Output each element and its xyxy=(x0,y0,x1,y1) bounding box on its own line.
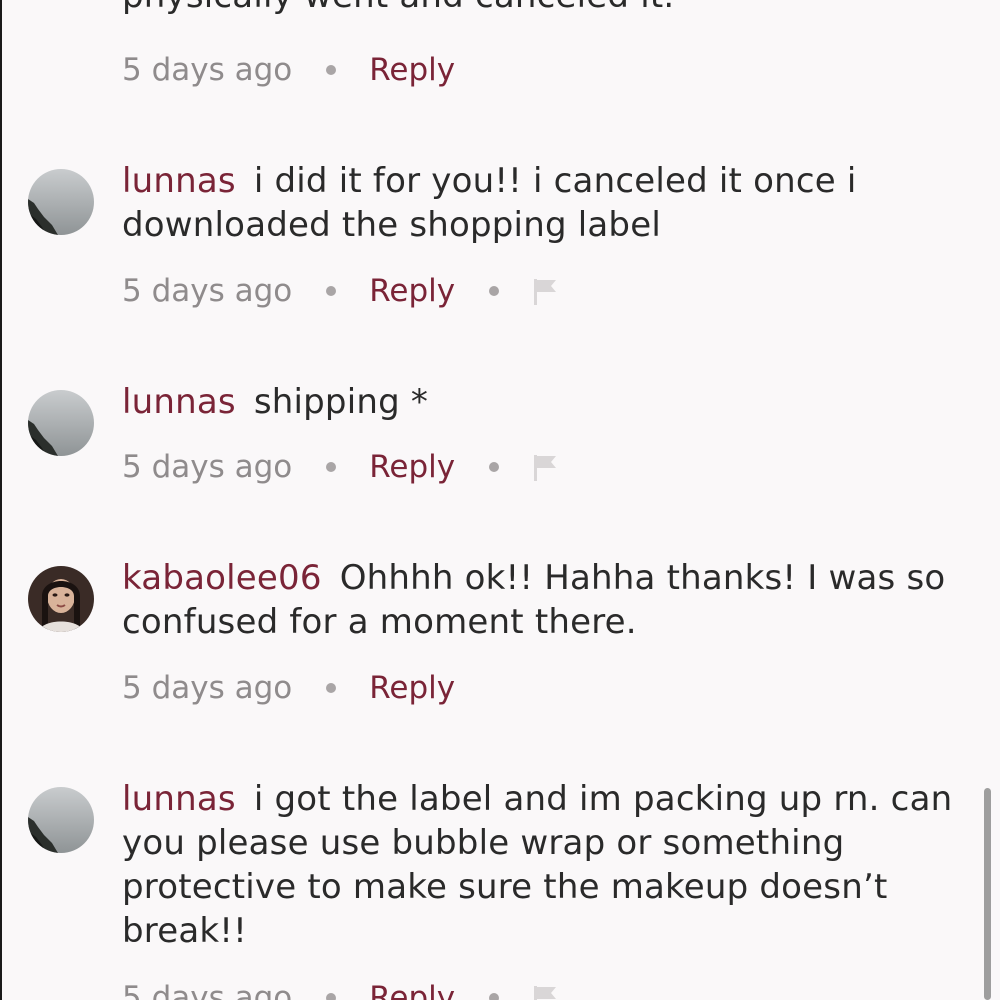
reply-button[interactable]: Reply xyxy=(369,449,455,485)
comments-feed: physically went and canceled it. 5 days … xyxy=(0,0,1000,1000)
comment-body: lunnas i got the label and im packing up … xyxy=(122,777,982,953)
flag-icon[interactable] xyxy=(532,982,560,1000)
flag-icon[interactable] xyxy=(532,451,560,483)
avatar[interactable] xyxy=(28,390,94,456)
comment-body: lunnas shipping * xyxy=(122,380,982,424)
comment-body: lunnas i did it for you!! i canceled it o… xyxy=(122,159,982,247)
separator-dot xyxy=(326,683,337,693)
comment-meta: 5 days ago Reply xyxy=(122,666,455,710)
separator-dot xyxy=(326,993,337,1000)
scrollbar-thumb[interactable] xyxy=(984,788,991,1000)
comment-username[interactable]: lunnas xyxy=(122,779,236,819)
comment-meta: 5 days ago Reply xyxy=(122,445,560,489)
avatar[interactable] xyxy=(28,169,94,235)
flag-icon[interactable] xyxy=(532,275,560,307)
comment-meta: 5 days ago Reply xyxy=(122,269,560,313)
reply-button[interactable]: Reply xyxy=(369,52,455,88)
comment-username[interactable]: lunnas xyxy=(122,382,236,422)
avatar[interactable] xyxy=(28,787,94,853)
comment-timestamp: 5 days ago xyxy=(122,670,293,706)
comment-username[interactable]: kabaolee06 xyxy=(122,558,322,598)
separator-dot xyxy=(326,65,337,75)
separator-dot xyxy=(326,462,337,472)
comment-meta: 5 days ago Reply xyxy=(122,976,560,1000)
reply-button[interactable]: Reply xyxy=(369,273,455,309)
comment-timestamp: 5 days ago xyxy=(122,52,293,88)
separator-dot xyxy=(326,286,337,296)
reply-button[interactable]: Reply xyxy=(369,980,455,1000)
comment-timestamp: 5 days ago xyxy=(122,980,293,1000)
separator-dot xyxy=(489,993,500,1000)
comment-text: i got the label and im packing up rn. ca… xyxy=(122,779,953,951)
comment-username[interactable]: lunnas xyxy=(122,161,236,201)
comment-text: shipping * xyxy=(253,382,429,422)
comment-body: kabaolee06 Ohhhh ok!! Hahha thanks! I was… xyxy=(122,556,982,644)
comment-body: physically went and canceled it. xyxy=(122,0,982,18)
comment-timestamp: 5 days ago xyxy=(122,449,293,485)
separator-dot xyxy=(489,462,500,472)
separator-dot xyxy=(489,286,500,296)
comment-text: physically went and canceled it. xyxy=(122,0,674,16)
avatar[interactable] xyxy=(28,566,94,632)
comment-timestamp: 5 days ago xyxy=(122,273,293,309)
comment-meta: 5 days ago Reply xyxy=(122,48,455,92)
reply-button[interactable]: Reply xyxy=(369,670,455,706)
